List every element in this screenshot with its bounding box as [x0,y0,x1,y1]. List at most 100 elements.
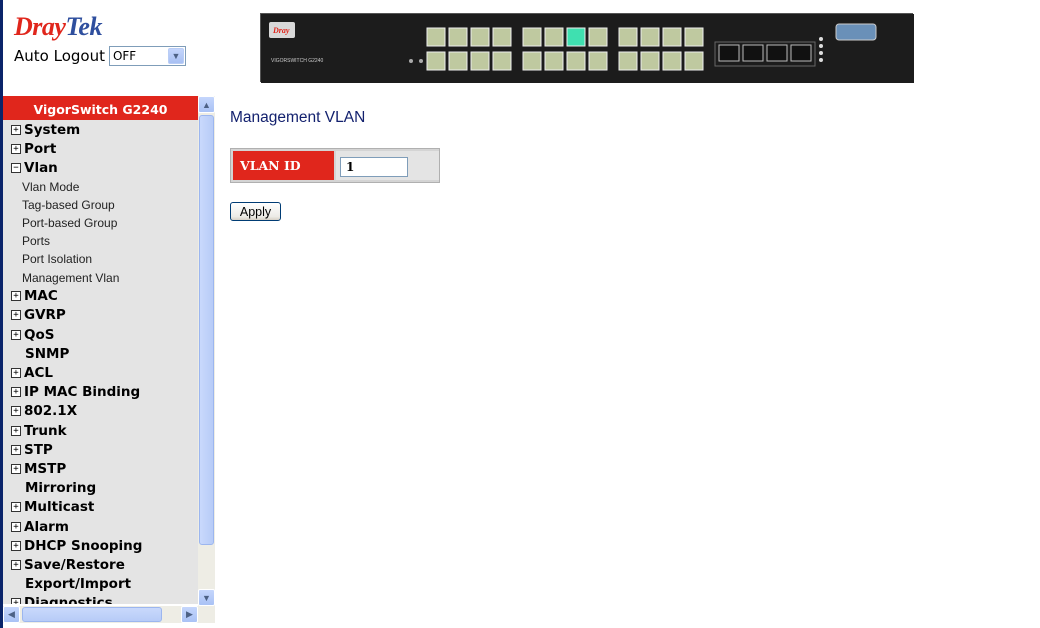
switch-port [544,27,564,47]
sidebar-item-label: Vlan [24,159,58,176]
sidebar-item-save-restore[interactable]: + Save/Restore [3,555,198,574]
scroll-down-icon[interactable]: ▼ [198,589,215,606]
expand-icon[interactable]: + [11,329,21,340]
submenu-item-ports[interactable]: Ports [3,232,198,250]
submenu-item-management-vlan[interactable]: Management Vlan [3,269,198,287]
apply-button[interactable]: Apply [230,202,281,221]
vertical-scrollbar[interactable]: ▲ ▼ [198,96,215,606]
sidebar-item-stp[interactable]: + STP [3,440,198,459]
expand-icon[interactable]: + [11,387,21,398]
sidebar-item-label: Port [24,140,57,157]
expand-icon[interactable]: + [11,310,21,321]
expand-icon[interactable]: + [11,502,21,513]
switch-port [566,27,586,47]
scroll-up-icon[interactable]: ▲ [198,96,215,113]
sidebar-item-label: SNMP [25,345,70,362]
expand-icon[interactable]: + [11,463,21,474]
switch-port [640,51,660,71]
expand-icon[interactable]: + [11,559,21,570]
menu-list: + System + Port − Vlan Vlan Mode Tag-based Grou… [3,120,198,604]
switch-port [448,51,468,71]
sidebar-item-label: Multicast [24,499,95,516]
expand-icon[interactable]: + [11,540,21,551]
sidebar-item-mirroring[interactable]: Mirroring [3,479,198,498]
sidebar-item-label: MSTP [24,460,67,477]
switch-port [470,51,490,71]
sidebar-item-label: GVRP [24,307,66,324]
submenu-item-label: Management Vlan [22,270,120,285]
sidebar: VigorSwitch G2240 + System + Port − Vlan Vlan … [3,96,217,628]
switch-port [522,27,542,47]
submenu-item-tag-based-group[interactable]: Tag-based Group [3,196,198,214]
sidebar-item-gvrp[interactable]: + GVRP [3,306,198,325]
sidebar-item-label: Mirroring [25,480,97,497]
expand-icon[interactable]: + [11,598,21,604]
switch-port [492,27,512,47]
switch-port [618,51,638,71]
submenu-item-label: Vlan Mode [22,179,80,194]
sidebar-item-ip-mac-binding[interactable]: + IP MAC Binding [3,383,198,402]
vlan-id-input[interactable]: 1 [340,157,408,177]
switch-port [684,27,704,47]
submenu-item-label: Port-based Group [22,216,118,231]
draytek-logo: DrayTek [14,12,102,41]
switch-port [492,51,512,71]
submenu-item-port-isolation[interactable]: Port Isolation [3,250,198,268]
expand-icon[interactable]: + [11,425,21,436]
switch-port [470,27,490,47]
panel-logo-text: Dray [272,26,290,35]
sidebar-item-acl[interactable]: + ACL [3,363,198,382]
sidebar-item-label: Trunk [24,422,67,439]
scroll-right-icon[interactable]: ▶ [181,606,198,623]
auto-logout: Auto Logout OFF ▼ [14,46,186,66]
submenu-item-label: Tag-based Group [22,197,115,212]
sidebar-item-export-import[interactable]: Export/Import [3,575,198,594]
sidebar-item-label: Save/Restore [24,556,125,573]
switch-port [448,27,468,47]
sidebar-item-label: STP [24,441,53,458]
switch-port [662,51,682,71]
page-title: Management VLAN [230,109,366,126]
sidebar-item-system[interactable]: + System [3,120,198,139]
horizontal-scroll-thumb[interactable] [22,607,162,622]
submenu-item-vlan-mode[interactable]: Vlan Mode [3,178,198,196]
panel-model-text: VIGORSWITCH G2240 [271,58,323,64]
auto-logout-label: Auto Logout [14,47,105,65]
switch-front-panel-image: Dray VIGORSWITCH G2240 [260,13,914,83]
expand-icon[interactable]: + [11,406,21,417]
submenu-item-port-based-group[interactable]: Port-based Group [3,214,198,232]
sidebar-item-alarm[interactable]: + Alarm [3,517,198,536]
collapse-icon[interactable]: − [11,162,21,173]
sidebar-item-qos[interactable]: + QoS [3,325,198,344]
expand-icon[interactable]: + [11,368,21,379]
expand-icon[interactable]: + [11,444,21,455]
sidebar-item-diagnostics[interactable]: + Diagnostics [3,594,198,604]
sidebar-item-port[interactable]: + Port [3,139,198,158]
sidebar-item-mac[interactable]: + MAC [3,287,198,306]
sidebar-item-label: System [24,121,81,138]
expand-icon[interactable]: + [11,291,21,302]
sidebar-item-dhcp-snooping[interactable]: + DHCP Snooping [3,536,198,555]
chevron-down-icon[interactable]: ▼ [167,48,184,64]
vertical-scroll-thumb[interactable] [199,115,214,545]
sidebar-item-vlan[interactable]: − Vlan [3,158,198,177]
sidebar-item-mstp[interactable]: + MSTP [3,459,198,478]
switch-port [522,51,542,71]
auto-logout-select[interactable]: OFF ▼ [108,46,186,66]
sidebar-menu: VigorSwitch G2240 + System + Port − Vlan Vlan … [3,96,198,604]
scroll-left-icon[interactable]: ◀ [3,606,20,623]
sidebar-item-label: ACL [24,365,53,382]
sidebar-item-snmp[interactable]: SNMP [3,344,198,363]
expand-icon[interactable]: + [11,521,21,532]
horizontal-scrollbar[interactable]: ◀ ▶ [3,606,198,623]
expand-icon[interactable]: + [11,143,21,154]
sidebar-item-multicast[interactable]: + Multicast [3,498,198,517]
sidebar-item-trunk[interactable]: + Trunk [3,421,198,440]
submenu-item-label: Ports [22,234,51,249]
switch-port [544,51,564,71]
sidebar-item-label: MAC [24,288,58,305]
expand-icon[interactable]: + [11,124,21,135]
vlan-id-label: VLAN ID [233,151,334,180]
sidebar-item-802-1x[interactable]: +802.1X [3,402,198,421]
sidebar-title: VigorSwitch G2240 [3,96,198,120]
